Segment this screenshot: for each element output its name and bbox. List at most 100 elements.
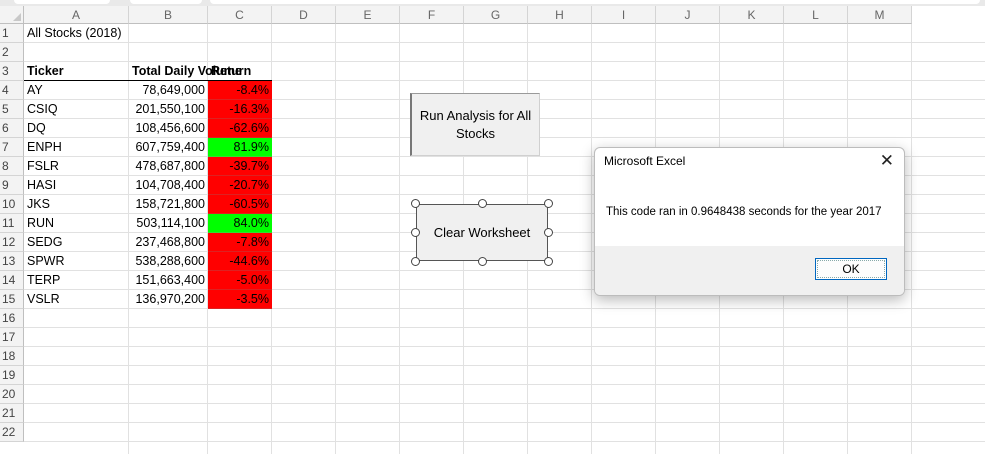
cell-volume[interactable]: 607,759,400: [129, 138, 208, 157]
cell-return[interactable]: -7.8%: [208, 233, 272, 252]
resize-handle-bottom-right[interactable]: [544, 257, 553, 266]
row-header-13[interactable]: 13: [0, 252, 24, 271]
cell-volume[interactable]: 136,970,200: [129, 290, 208, 309]
cell-ticker[interactable]: JKS: [24, 195, 129, 214]
resize-handle-bottom[interactable]: [478, 257, 487, 266]
row-header-15[interactable]: 15: [0, 290, 24, 309]
column-header-m[interactable]: M: [848, 6, 912, 24]
cell-return[interactable]: 84.0%: [208, 214, 272, 233]
close-icon[interactable]: ✕: [880, 151, 894, 171]
cell-ticker[interactable]: FSLR: [24, 157, 129, 176]
column-header-a[interactable]: A: [24, 6, 129, 24]
cell-volume[interactable]: 201,550,100: [129, 100, 208, 119]
ok-button[interactable]: OK: [815, 258, 887, 280]
select-all-corner[interactable]: [0, 6, 24, 24]
cell-volume[interactable]: 503,114,100: [129, 214, 208, 233]
gridline-vertical: [335, 24, 336, 454]
cell-ticker[interactable]: DQ: [24, 119, 129, 138]
row-header-22[interactable]: 22: [0, 423, 24, 442]
cell-return[interactable]: -8.4%: [208, 81, 272, 100]
gridline-vertical: [399, 24, 400, 454]
column-header-e[interactable]: E: [336, 6, 400, 24]
row-header-4[interactable]: 4: [0, 81, 24, 100]
cell-return[interactable]: -60.5%: [208, 195, 272, 214]
cell-ticker[interactable]: SEDG: [24, 233, 129, 252]
header-ticker[interactable]: Ticker: [24, 62, 129, 81]
column-header-j[interactable]: J: [656, 6, 720, 24]
header-return[interactable]: Return: [208, 62, 272, 81]
row-header-6[interactable]: 6: [0, 119, 24, 138]
sheet-tab-left[interactable]: [14, 0, 110, 4]
cell-return[interactable]: -3.5%: [208, 290, 272, 309]
row-header-5[interactable]: 5: [0, 100, 24, 119]
resize-handle-top[interactable]: [478, 199, 487, 208]
column-header-f[interactable]: F: [400, 6, 464, 24]
sheet-tab-mid[interactable]: [130, 0, 202, 4]
row-header-19[interactable]: 19: [0, 366, 24, 385]
gridline-horizontal: [24, 441, 985, 442]
row-header-1[interactable]: 1: [0, 24, 24, 43]
cell-volume[interactable]: 237,468,800: [129, 233, 208, 252]
cell-a1-title[interactable]: All Stocks (2018): [24, 24, 208, 43]
cell-return[interactable]: -16.3%: [208, 100, 272, 119]
column-header-b[interactable]: B: [129, 6, 208, 24]
cell-return[interactable]: -44.6%: [208, 252, 272, 271]
cell-ticker[interactable]: CSIQ: [24, 100, 129, 119]
formula-bar-edge: [210, 0, 980, 4]
resize-handle-left[interactable]: [411, 228, 420, 237]
cell-ticker[interactable]: SPWR: [24, 252, 129, 271]
column-header-l[interactable]: L: [784, 6, 848, 24]
run-analysis-label: Run Analysis for All Stocks: [419, 107, 532, 141]
row-header-21[interactable]: 21: [0, 404, 24, 423]
cell-return[interactable]: -39.7%: [208, 157, 272, 176]
cell-ticker[interactable]: AY: [24, 81, 129, 100]
cell-ticker[interactable]: RUN: [24, 214, 129, 233]
column-header-h[interactable]: H: [528, 6, 592, 24]
cell-volume[interactable]: 151,663,400: [129, 271, 208, 290]
cell-volume[interactable]: 78,649,000: [129, 81, 208, 100]
row-header-11[interactable]: 11: [0, 214, 24, 233]
gridline-horizontal: [24, 384, 985, 385]
row-header-18[interactable]: 18: [0, 347, 24, 366]
cell-volume[interactable]: 478,687,800: [129, 157, 208, 176]
cell-return[interactable]: 81.9%: [208, 138, 272, 157]
cell-volume[interactable]: 108,456,600: [129, 119, 208, 138]
row-header-7[interactable]: 7: [0, 138, 24, 157]
clear-worksheet-button[interactable]: Clear Worksheet: [416, 204, 548, 261]
cell-ticker[interactable]: HASI: [24, 176, 129, 195]
cell-volume[interactable]: 104,708,400: [129, 176, 208, 195]
gridline-horizontal: [24, 346, 985, 347]
row-header-20[interactable]: 20: [0, 385, 24, 404]
header-volume[interactable]: Total Daily Volume: [129, 62, 242, 81]
cell-ticker[interactable]: VSLR: [24, 290, 129, 309]
row-header-8[interactable]: 8: [0, 157, 24, 176]
cell-volume[interactable]: 538,288,600: [129, 252, 208, 271]
row-header-17[interactable]: 17: [0, 328, 24, 347]
row-header-12[interactable]: 12: [0, 233, 24, 252]
column-header-c[interactable]: C: [208, 6, 272, 24]
cell-return[interactable]: -5.0%: [208, 271, 272, 290]
gridline-vertical: [911, 24, 912, 454]
column-header-i[interactable]: I: [592, 6, 656, 24]
cell-return[interactable]: -20.7%: [208, 176, 272, 195]
cell-return[interactable]: -62.6%: [208, 119, 272, 138]
cell-volume[interactable]: 158,721,800: [129, 195, 208, 214]
column-header-g[interactable]: G: [464, 6, 528, 24]
row-header-9[interactable]: 9: [0, 176, 24, 195]
resize-handle-right[interactable]: [544, 228, 553, 237]
column-header-k[interactable]: K: [720, 6, 784, 24]
cell-ticker[interactable]: TERP: [24, 271, 129, 290]
gridline-horizontal: [24, 365, 985, 366]
resize-handle-top-right[interactable]: [544, 199, 553, 208]
run-analysis-button[interactable]: Run Analysis for All Stocks: [410, 93, 540, 156]
row-header-10[interactable]: 10: [0, 195, 24, 214]
row-header-16[interactable]: 16: [0, 309, 24, 328]
resize-handle-bottom-left[interactable]: [411, 257, 420, 266]
row-header-2[interactable]: 2: [0, 43, 24, 62]
cell-ticker[interactable]: ENPH: [24, 138, 129, 157]
row-header-3[interactable]: 3: [0, 62, 24, 81]
gridline-horizontal: [24, 327, 985, 328]
resize-handle-top-left[interactable]: [411, 199, 420, 208]
row-header-14[interactable]: 14: [0, 271, 24, 290]
column-header-d[interactable]: D: [272, 6, 336, 24]
